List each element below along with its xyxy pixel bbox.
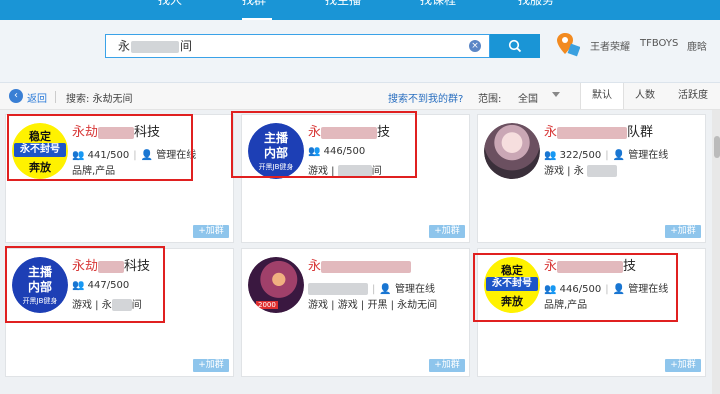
highlight-box <box>473 253 678 322</box>
nav-tab-people[interactable]: 找人 <box>158 0 182 8</box>
nav-tab-groups[interactable]: 找群 <box>242 0 266 8</box>
group-avatar: 2000 <box>248 257 304 313</box>
join-group-button[interactable]: +加群 <box>193 225 229 238</box>
search-icon <box>508 39 522 53</box>
divider <box>55 91 56 103</box>
group-tags: 游戏 | 永 <box>544 162 617 177</box>
group-card[interactable]: 永队群 👥 322/500 | 👤 管理在线 游戏 | 永 +加群 <box>477 114 706 243</box>
back-link[interactable]: 返回 <box>27 90 47 105</box>
hot-word-1[interactable]: 王者荣耀 <box>590 38 630 53</box>
join-group-button[interactable]: +加群 <box>429 225 465 238</box>
join-group-button[interactable]: +加群 <box>429 359 465 372</box>
sort-tab-activity[interactable]: 活跃度 <box>672 83 714 109</box>
highlight-box <box>7 114 193 181</box>
manager-icon: 👤 <box>379 284 392 295</box>
highlight-box <box>231 111 417 178</box>
back-icon[interactable]: ‹ <box>9 89 23 103</box>
not-found-link[interactable]: 搜索不到我的群? <box>388 90 463 105</box>
range-label: 范围: <box>478 94 502 105</box>
top-nav: 找人 找群 找主播 找课程 找服务 <box>0 0 720 20</box>
group-card[interactable]: 2000 永 | 👤 管理在线 游戏 | 游戏 | 开黑 | 永劫无间 +加群 <box>241 248 470 377</box>
members-icon: 👥 <box>544 150 557 161</box>
manager-icon: 👤 <box>612 150 626 161</box>
join-group-button[interactable]: +加群 <box>665 359 701 372</box>
redacted-text <box>131 40 180 53</box>
range-select[interactable]: 全国 <box>518 90 538 105</box>
join-group-button[interactable]: +加群 <box>193 359 229 372</box>
chevron-down-icon[interactable] <box>552 92 560 97</box>
join-group-button[interactable]: +加群 <box>665 225 701 238</box>
highlight-box <box>5 246 165 323</box>
sort-tab-members[interactable]: 人数 <box>624 83 666 109</box>
group-avatar <box>484 123 540 179</box>
search-input[interactable]: 永间 <box>105 34 490 58</box>
hot-word-3[interactable]: 鹿晗 <box>687 38 707 53</box>
nav-tab-streamers[interactable]: 找主播 <box>325 0 361 8</box>
hot-word-2[interactable]: TFBOYS <box>640 38 678 49</box>
sort-tab-default[interactable]: 默认 <box>580 83 624 109</box>
nav-tab-services[interactable]: 找服务 <box>518 0 554 8</box>
location-pin-icon[interactable] <box>556 31 580 57</box>
nav-tab-courses[interactable]: 找课程 <box>420 0 456 8</box>
scrollbar-thumb[interactable] <box>714 136 720 158</box>
search-button[interactable] <box>490 34 540 58</box>
clear-icon[interactable]: × <box>469 40 481 52</box>
group-name[interactable]: 永队群 <box>544 121 653 140</box>
group-tags: 游戏 | 游戏 | 开黑 | 永劫无间 <box>308 300 438 311</box>
group-name[interactable]: 永 <box>308 255 412 274</box>
group-meta: | 👤 管理在线 <box>308 280 435 295</box>
filter-bar: ‹ 返回 搜索: 永劫无间 搜索不到我的群? 范围: 全国 默认 人数 活跃度 <box>0 83 720 110</box>
group-meta: 👥 322/500 | 👤 管理在线 <box>544 150 669 161</box>
search-summary: 搜索: 永劫无间 <box>66 94 133 105</box>
